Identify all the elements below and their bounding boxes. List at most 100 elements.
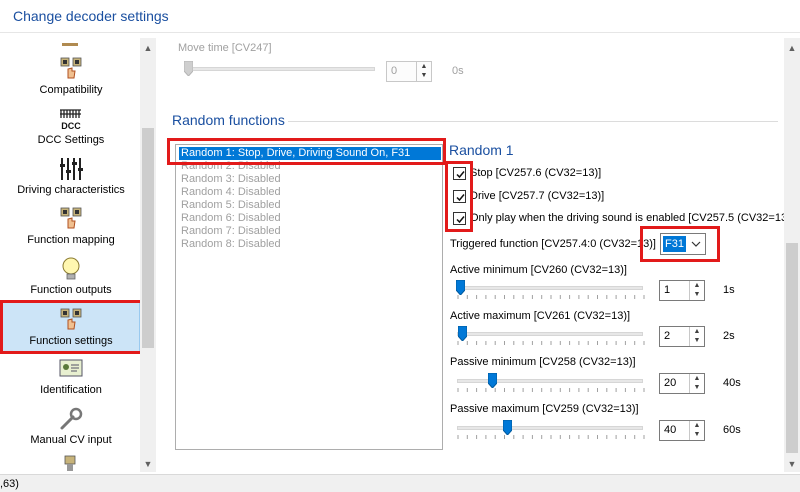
nav-item-label: Compatibility [39,84,103,96]
compatibility-icon [2,56,140,82]
list-item[interactable]: Random 8: Disabled [179,238,441,251]
function-mapping-icon [2,206,140,232]
move-time-slider-thumb [183,60,194,77]
passive-maximum-spinbox[interactable]: 40 ▲ ▼ [659,420,705,441]
highlight-triggered-function [640,226,720,262]
nav-item-function-mapping[interactable]: Function mapping [2,202,140,252]
partial-item-icon [60,38,80,46]
spin-up-icon[interactable]: ▲ [690,327,704,336]
passive-maximum-value: 40 [664,424,677,436]
active-maximum-slider[interactable] [455,325,651,346]
stop-checkbox-label: Stop [CV257.6 (CV32=13)] [470,167,602,179]
slider-thumb[interactable] [457,325,468,342]
scroll-down-arrow-icon[interactable]: ▼ [784,456,800,472]
random-functions-title: Random functions [172,112,285,128]
slider-ticks [457,435,645,439]
nav-item-driving-characteristics[interactable]: Driving characteristics [2,152,140,202]
group-divider [288,121,778,122]
spin-up-icon: ▲ [420,63,428,70]
scroll-up-arrow-icon[interactable]: ▲ [784,40,800,56]
settings-nav: Compatibility DCC DCC Settings Driving c… [0,38,157,472]
dcc-icon: DCC [2,106,140,132]
move-time-label: Move time [CV247] [178,42,272,54]
nav-item-function-outputs[interactable]: Function outputs [2,252,140,302]
active-maximum-value: 2 [664,330,671,342]
slider-track[interactable] [457,286,643,290]
active-minimum-slider[interactable] [455,279,651,300]
nav-item-label: Identification [40,384,102,396]
passive-minimum-slider[interactable] [455,372,651,393]
highlight-function-settings [0,300,143,354]
passive-minimum-unit: 40s [723,377,741,389]
list-item[interactable]: Random 7: Disabled [179,225,441,238]
slider-thumb[interactable] [502,419,512,436]
spin-down-icon[interactable]: ▼ [690,383,704,392]
nav-item-label: Function outputs [30,284,112,296]
spin-up-icon[interactable]: ▲ [690,421,704,430]
passive-maximum-label: Passive maximum [CV259 (CV32=13)] [450,403,639,415]
list-item[interactable]: Random 3: Disabled [179,173,441,186]
window-title: Change decoder settings [13,8,169,24]
status-text: ,63) [0,478,19,490]
nav-item-label: Driving characteristics [17,184,125,196]
nav-scroll-thumb[interactable] [142,128,154,348]
nav-item-manual-cv-input[interactable]: Manual CV input [2,402,140,452]
spin-up-icon[interactable]: ▲ [690,374,704,383]
nav-item-label: DCC Settings [37,134,105,146]
spin-down-icon: ▼ [420,72,428,79]
id-card-icon [2,356,140,382]
active-minimum-label: Active minimum [CV260 (CV32=13)] [450,264,627,276]
scroll-down-arrow-icon[interactable]: ▼ [140,456,156,472]
nav-scrollbar[interactable]: ▲ ▼ [140,38,156,472]
passive-minimum-spinbox[interactable]: 20 ▲ ▼ [659,373,705,394]
slider-track[interactable] [457,426,643,430]
decoder-settings-window: Change decoder settings Compatibility DC… [0,0,800,492]
nav-item-label: Function mapping [27,234,115,246]
active-maximum-unit: 2s [723,330,735,342]
list-item[interactable]: Random 4: Disabled [179,186,441,199]
nav-item-label: Manual CV input [30,434,112,446]
move-time-spinbox: 0 ▲ ▼ [386,61,432,82]
highlight-checkboxes [445,161,473,232]
dcc-icon-text: DCC [61,121,81,131]
lightbulb-icon [2,256,140,282]
wrench-icon [2,406,140,432]
slider-thumb[interactable] [455,279,466,296]
active-minimum-unit: 1s [723,284,735,296]
passive-maximum-unit: 60s [723,424,741,436]
main-scrollbar[interactable]: ▲ ▼ [784,38,800,472]
spin-down-icon[interactable]: ▼ [690,336,704,345]
partial-next-item-icon [60,454,80,472]
drive-checkbox-label: Drive [CV257.7 (CV32=13)] [470,190,605,202]
list-item[interactable]: Random 6: Disabled [179,212,441,225]
slider-thumb[interactable] [487,372,498,389]
list-item[interactable]: Random 5: Disabled [179,199,441,212]
slider-ticks [457,295,645,299]
spin-up-icon[interactable]: ▲ [690,281,704,290]
active-minimum-spinbox[interactable]: 1 ▲ ▼ [659,280,705,301]
spin-down-icon[interactable]: ▼ [690,430,704,439]
random1-title: Random 1 [449,142,514,158]
driving-sound-checkbox-label: Only play when the driving sound is enab… [470,212,794,224]
status-bar: ,63) [0,474,800,492]
passive-maximum-slider[interactable] [455,419,651,440]
move-time-value: 0 [391,65,398,77]
nav-item-identification[interactable]: Identification [2,352,140,402]
slider-track[interactable] [457,379,643,383]
scroll-up-arrow-icon[interactable]: ▲ [140,40,156,56]
slider-track[interactable] [457,332,643,336]
move-time-unit: 0s [452,65,464,77]
sliders-icon [2,156,140,182]
active-maximum-label: Active maximum [CV261 (CV32=13)] [450,310,631,322]
title-bar: Change decoder settings [0,0,800,33]
slider-ticks [457,388,645,392]
passive-minimum-value: 20 [664,377,677,389]
active-maximum-spinbox[interactable]: 2 ▲ ▼ [659,326,705,347]
highlight-random-1-item [167,138,446,165]
random-functions-list[interactable]: Random 1: Stop, Drive, Driving Sound On,… [175,144,443,450]
nav-item-dcc-settings[interactable]: DCC DCC Settings [2,102,140,152]
nav-item-compatibility[interactable]: Compatibility [2,52,140,102]
active-minimum-value: 1 [664,284,671,296]
spin-down-icon[interactable]: ▼ [690,290,704,299]
main-scroll-thumb[interactable] [786,243,798,453]
